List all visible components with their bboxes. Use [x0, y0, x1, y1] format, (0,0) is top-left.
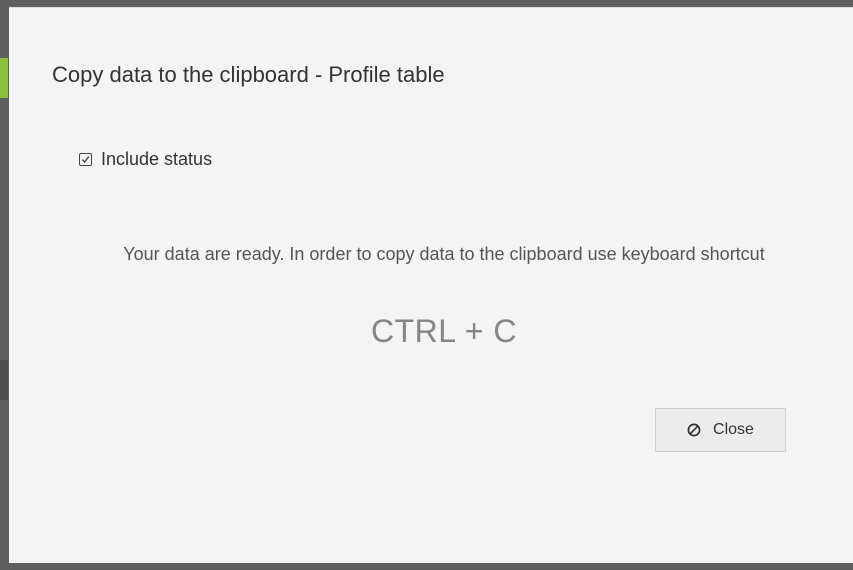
background-accent-strip [0, 58, 8, 98]
include-status-option[interactable]: Include status [79, 149, 212, 170]
background-strip [0, 360, 8, 400]
ban-icon [687, 423, 701, 437]
close-button-label: Close [713, 421, 754, 438]
include-status-label: Include status [101, 149, 213, 169]
dialog-title: Copy data to the clipboard - Profile tab… [52, 62, 445, 87]
keyboard-shortcut: CTRL + C [371, 313, 517, 349]
checkbox-checked-icon[interactable] [79, 153, 92, 166]
close-button[interactable]: Close [655, 408, 786, 452]
copy-to-clipboard-dialog: Copy data to the clipboard - Profile tab… [9, 7, 853, 563]
ready-message: Your data are ready. In order to copy da… [123, 244, 765, 264]
